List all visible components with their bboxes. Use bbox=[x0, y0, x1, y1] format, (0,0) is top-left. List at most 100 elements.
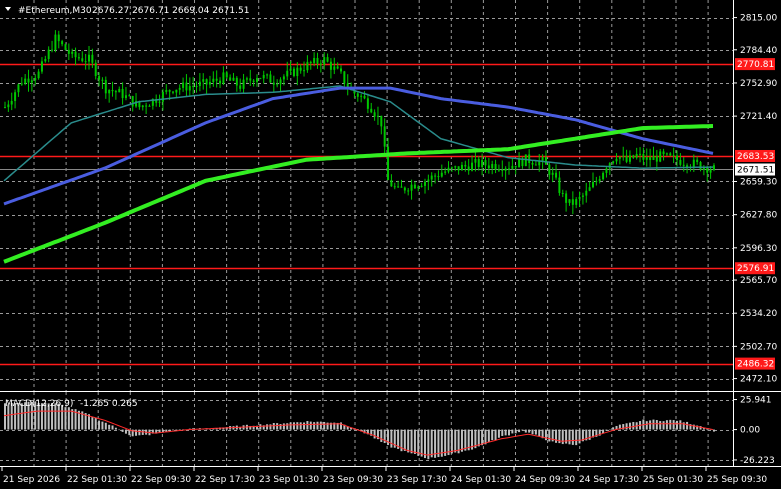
macd-histogram-bar bbox=[450, 429, 453, 454]
candle-body bbox=[679, 160, 682, 165]
macd-histogram-bar bbox=[504, 429, 507, 436]
candle-body bbox=[309, 61, 312, 64]
macd-histogram-bar bbox=[424, 429, 426, 459]
macd-histogram-bar bbox=[514, 429, 517, 434]
macd-histogram-bar bbox=[71, 409, 74, 430]
macd-histogram-bar bbox=[259, 424, 262, 430]
level-price-label: 2576.91 bbox=[737, 264, 774, 274]
candle-body bbox=[393, 186, 396, 188]
macd-histogram-bar bbox=[286, 423, 289, 430]
macd-histogram-bar bbox=[387, 429, 390, 446]
candle-body bbox=[47, 49, 50, 59]
candle-body bbox=[618, 156, 621, 159]
candle-body bbox=[259, 78, 262, 80]
candle-body bbox=[544, 157, 547, 165]
candle-body bbox=[417, 186, 420, 189]
macd-histogram-bar bbox=[292, 422, 295, 430]
candle-body bbox=[672, 155, 675, 157]
candle-body bbox=[565, 193, 568, 203]
chart-window[interactable]: 2815.00 2784.40 2752.90 2721.40 2659.30 2627.… bbox=[0, 0, 781, 489]
macd-histogram-bar bbox=[632, 422, 635, 430]
macd-histogram-bar bbox=[518, 429, 521, 433]
macd-histogram-bar bbox=[477, 429, 480, 447]
candle-body bbox=[390, 180, 393, 187]
candle-body bbox=[588, 187, 591, 191]
time-tick-label: 24 Sep 09:30 bbox=[515, 475, 575, 485]
candle-body bbox=[528, 154, 531, 164]
candle-body bbox=[551, 172, 554, 175]
macd-histogram-bar bbox=[101, 421, 104, 430]
candle-body bbox=[205, 79, 208, 85]
macd-histogram-bar bbox=[172, 429, 174, 431]
macd-histogram-bar bbox=[612, 427, 615, 430]
candle-body bbox=[198, 81, 201, 87]
macd-histogram-bar bbox=[679, 420, 682, 430]
candle-body bbox=[27, 78, 30, 83]
candle-body bbox=[44, 58, 47, 62]
price-tick-label: 2534.20 bbox=[740, 309, 777, 319]
macd-histogram-bar bbox=[568, 429, 571, 445]
candle-body bbox=[316, 57, 319, 64]
macd-histogram-bar bbox=[91, 417, 94, 430]
candle-body bbox=[323, 57, 326, 65]
candle-body bbox=[474, 159, 477, 163]
candle-body bbox=[336, 66, 339, 69]
candle-body bbox=[568, 199, 571, 203]
candle-body bbox=[356, 93, 359, 97]
candle-body bbox=[81, 58, 84, 62]
candle-body bbox=[383, 126, 386, 147]
macd-histogram-bar bbox=[296, 422, 299, 430]
candle-body bbox=[17, 84, 20, 93]
candle-body bbox=[202, 79, 205, 82]
candle-body bbox=[235, 77, 238, 86]
candle-body bbox=[501, 169, 504, 171]
candle-body bbox=[477, 159, 480, 167]
macd-histogram-bar bbox=[114, 427, 117, 430]
macd-histogram-bar bbox=[135, 429, 138, 436]
macd-histogram-bar bbox=[323, 421, 326, 430]
macd-histogram-bar bbox=[316, 421, 319, 430]
candle-body bbox=[340, 68, 342, 72]
macd-histogram-bar bbox=[108, 424, 111, 430]
macd-histogram-bar bbox=[420, 429, 423, 457]
macd-histogram-bar bbox=[561, 429, 564, 445]
candle-body bbox=[460, 164, 463, 171]
candle-body bbox=[51, 49, 54, 51]
candle-body bbox=[91, 54, 94, 63]
candle-body bbox=[131, 96, 134, 107]
candle-body bbox=[161, 91, 164, 102]
macd-histogram-bar bbox=[121, 429, 124, 432]
candle-body bbox=[642, 153, 645, 160]
candle-body bbox=[370, 108, 373, 113]
candle-body bbox=[676, 155, 678, 161]
candle-body bbox=[615, 158, 618, 162]
symbol-label: #Ethereum,M30 bbox=[18, 6, 92, 16]
macd-histogram-bar bbox=[665, 420, 668, 430]
macd-histogram-bar bbox=[491, 429, 494, 441]
macd-histogram-bar bbox=[628, 422, 631, 430]
macd-values: -1.265 0.265 bbox=[80, 399, 138, 409]
macd-histogram-bar bbox=[289, 422, 292, 430]
candle-body bbox=[457, 166, 460, 171]
chart-canvas[interactable]: 2815.00 2784.40 2752.90 2721.40 2659.30 2627.… bbox=[0, 0, 781, 489]
candle-body bbox=[256, 78, 258, 82]
candle-body bbox=[494, 164, 497, 170]
candle-body bbox=[440, 172, 443, 177]
level-price-label: 2683.53 bbox=[737, 152, 774, 162]
candle-body bbox=[34, 78, 37, 81]
candle-body bbox=[148, 105, 151, 107]
macd-histogram-bar bbox=[669, 419, 672, 430]
candle-body bbox=[222, 72, 225, 84]
candle-body bbox=[266, 74, 269, 76]
candle-body bbox=[571, 199, 574, 205]
macd-tick-label: -26.223 bbox=[740, 456, 775, 466]
candle-body bbox=[424, 181, 426, 186]
candle-body bbox=[706, 167, 709, 173]
candle-body bbox=[581, 195, 584, 197]
candle-body bbox=[195, 86, 198, 88]
current-price-label: 2671.51 bbox=[737, 166, 774, 176]
candle-body bbox=[108, 89, 111, 94]
candle-body bbox=[252, 80, 255, 82]
candle-body bbox=[360, 95, 363, 97]
macd-histogram-bar bbox=[407, 429, 410, 453]
